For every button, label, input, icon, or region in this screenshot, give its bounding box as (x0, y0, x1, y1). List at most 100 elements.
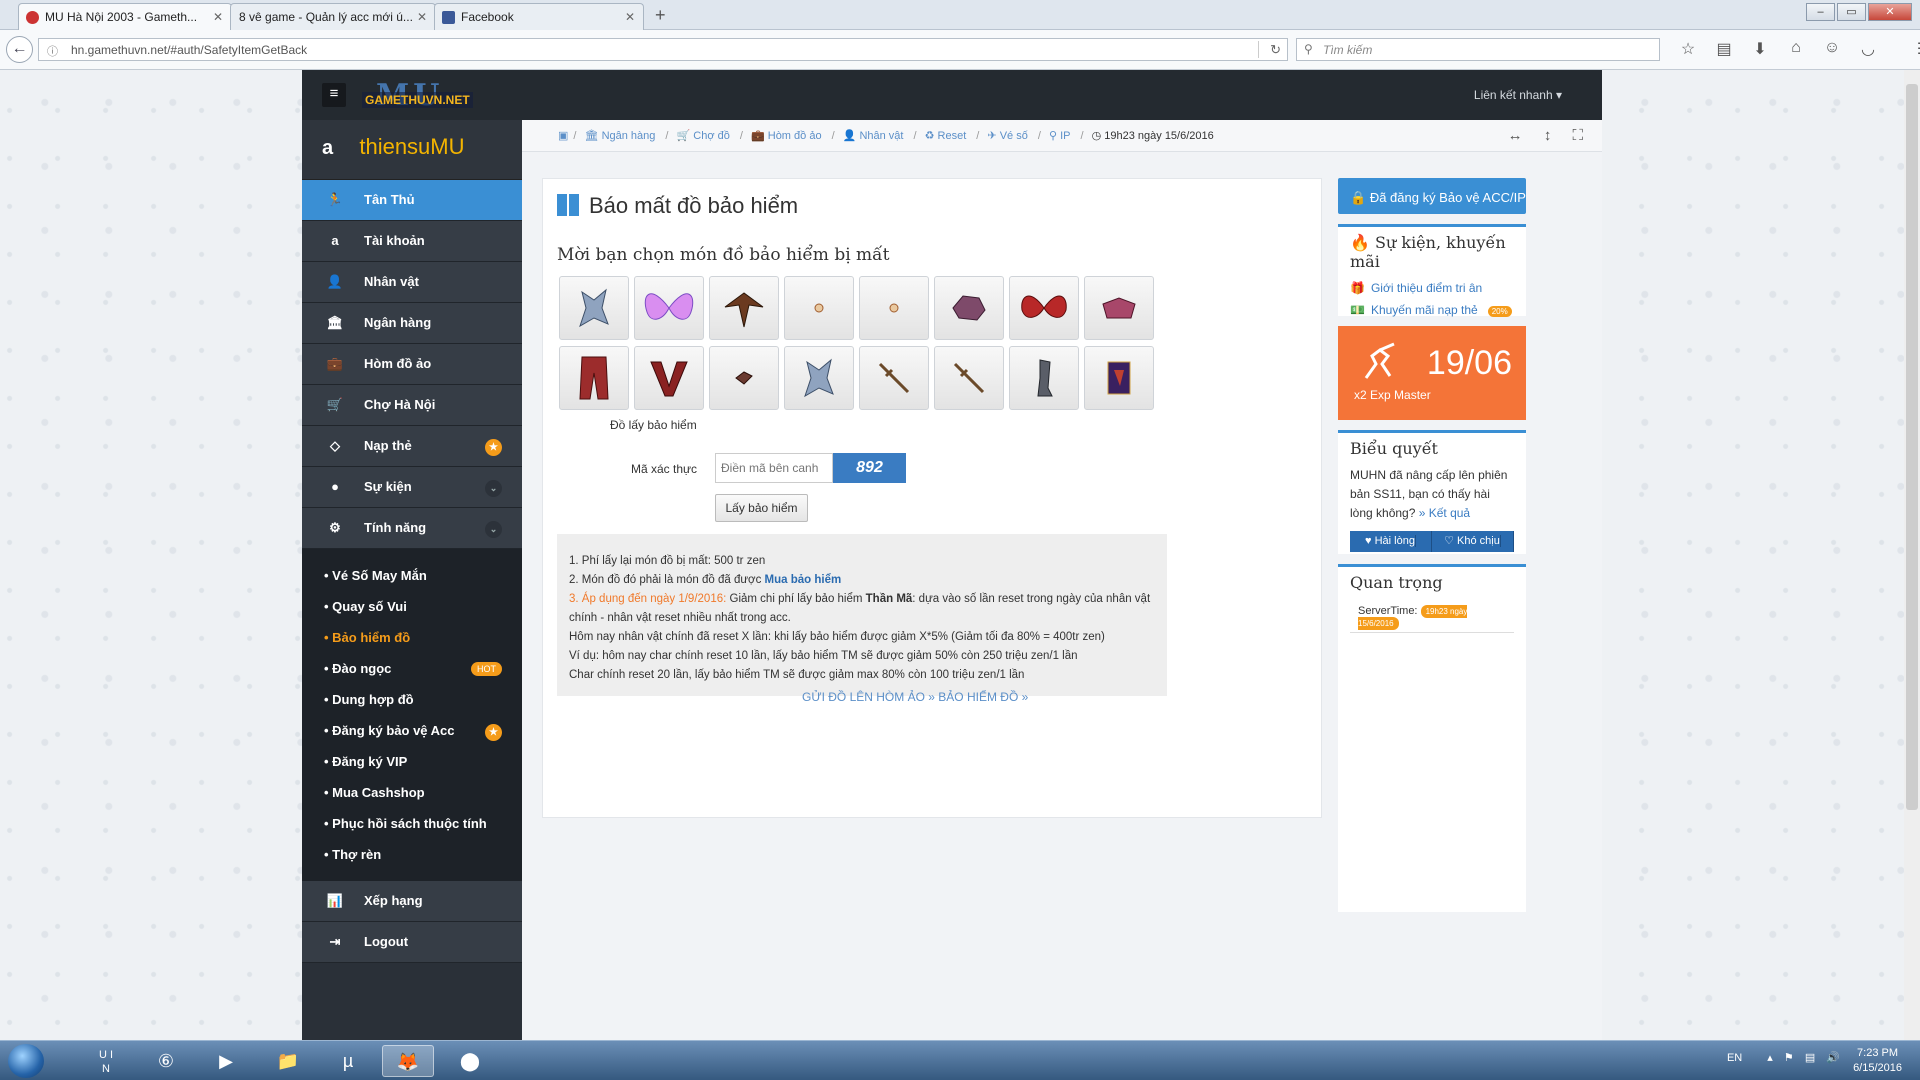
firefox-icon[interactable]: 🦊 (382, 1045, 434, 1077)
info-icon[interactable]: ⓘ (47, 43, 58, 59)
sidebar-item-su-kien[interactable]: ● Sự kiện ⌄ (302, 467, 522, 508)
submenu-item-cashshop[interactable]: • Mua Cashshop (302, 778, 522, 809)
get-insurance-button[interactable]: Lấy bảo hiểm (715, 494, 808, 522)
chat-icon[interactable]: ☺ (1814, 39, 1850, 59)
close-tab-icon[interactable]: ✕ (417, 10, 427, 24)
breadcrumb-hom-do-ao[interactable]: 💼 Hòm đồ ảo (751, 130, 827, 142)
sidebar-item-nap-the[interactable]: ◇ Nạp thẻ ★ (302, 426, 522, 467)
reading-list-icon[interactable]: ▤ (1706, 39, 1742, 59)
browser-tab-mu[interactable]: MU Hà Nội 2003 - Gameth... ✕ (18, 3, 232, 30)
media-player-icon[interactable]: ▶ (200, 1045, 252, 1077)
hamburger-menu-icon[interactable]: ≡ (322, 83, 346, 107)
maximize-icon[interactable]: ▭ (1837, 3, 1866, 21)
action-center-icon[interactable]: ⚑ (1784, 1052, 1794, 1064)
volume-icon[interactable]: 🔊 (1826, 1052, 1840, 1064)
item-slot[interactable] (784, 276, 854, 340)
home-icon[interactable]: ▣ (558, 130, 568, 142)
submenu-item-tho-ren[interactable]: • Thợ rèn (302, 840, 522, 871)
browser-tab-8ve[interactable]: 8 vê game - Quản lý acc mới ú... ✕ (230, 3, 436, 30)
item-slot[interactable] (934, 276, 1004, 340)
poll-yes-button[interactable]: ♥ Hài lòng (1350, 531, 1432, 552)
back-icon[interactable]: ← (6, 36, 33, 63)
submenu-item-vip[interactable]: • Đăng ký VIP (302, 747, 522, 778)
quick-links-dropdown[interactable]: Liên kết nhanh ▾ (1474, 88, 1562, 102)
minimize-icon[interactable]: – (1806, 3, 1835, 21)
sidebar-item-logout[interactable]: ⇥ Logout (302, 922, 522, 963)
unikey-icon[interactable]: U IN (80, 1045, 132, 1077)
home-icon[interactable]: ⌂ (1778, 39, 1814, 59)
submenu-item-ve-so[interactable]: • Vé Số May Mắn (302, 561, 522, 592)
promo-banner[interactable]: 19/06 x2 Exp Master (1338, 326, 1526, 420)
start-button[interactable] (8, 1044, 44, 1078)
event-link-nap-the[interactable]: 💵 Khuyến mãi nạp thẻ 20% (1338, 299, 1526, 321)
item-slot[interactable] (1084, 346, 1154, 410)
submenu-item-phuc-hoi-sach[interactable]: • Phục hồi sách thuộc tính (302, 809, 522, 840)
sidebar-item-xep-hang[interactable]: 📊 Xếp hạng (302, 881, 522, 922)
browser-tab-facebook[interactable]: Facebook ✕ (434, 3, 644, 30)
sidebar-item-ngan-hang[interactable]: 🏛 Ngân hàng (302, 303, 522, 344)
sidebar-item-cho-ha-noi[interactable]: 🛒 Chợ Hà Nội (302, 385, 522, 426)
item-slot[interactable] (634, 276, 704, 340)
scrollbar-thumb[interactable] (1906, 84, 1918, 810)
close-window-icon[interactable]: ✕ (1868, 3, 1912, 21)
sidebar-item-hom-do-ao[interactable]: 💼 Hòm đồ ảo (302, 344, 522, 385)
buy-insurance-link[interactable]: Mua bảo hiểm (765, 574, 842, 586)
item-slot[interactable] (709, 346, 779, 410)
site-logo[interactable]: MU GAMETHUVN.NET (362, 78, 482, 113)
item-slot[interactable] (559, 346, 629, 410)
item-slot[interactable] (859, 346, 929, 410)
breadcrumb-cho-do[interactable]: 🛒 Chợ đồ (677, 130, 735, 142)
send-to-virtual-box-link[interactable]: GỬI ĐỒ LÊN HÒM ẢO (802, 690, 925, 704)
menu-icon[interactable]: ☰ (1906, 39, 1920, 59)
submenu-item-quay-so[interactable]: • Quay số Vui (302, 592, 522, 623)
fullscreen-icon[interactable]: ⛶ (1572, 127, 1583, 144)
item-slot[interactable] (634, 346, 704, 410)
item-slot[interactable] (784, 346, 854, 410)
sidebar-item-nhan-vat[interactable]: 👤 Nhân vật (302, 262, 522, 303)
sidebar-item-tan-thu[interactable]: 🏃 Tân Thủ (302, 180, 522, 221)
reload-icon[interactable]: ↻ (1270, 42, 1281, 58)
item-slot[interactable] (1009, 346, 1079, 410)
new-tab-icon[interactable]: + (655, 5, 666, 26)
pocket-icon[interactable]: ◡ (1850, 39, 1886, 59)
item-slot[interactable] (1009, 276, 1079, 340)
event-link-tri-an[interactable]: 🎁 Giới thiệu điểm tri ân (1338, 277, 1526, 299)
taskbar-clock[interactable]: 7:23 PM 6/15/2016 (1853, 1046, 1902, 1076)
garena-icon[interactable]: ⑥ (140, 1045, 192, 1077)
item-insurance-link[interactable]: BẢO HIỂM ĐỒ (938, 690, 1018, 704)
download-icon[interactable]: ⬇ (1742, 39, 1778, 59)
breadcrumb-nhan-vat[interactable]: 👤 Nhân vật (843, 130, 909, 142)
tray-arrow-icon[interactable]: ▴ (1767, 1052, 1773, 1064)
captcha-input[interactable] (715, 453, 833, 483)
submenu-item-bao-hiem-do[interactable]: • Bảo hiểm đồ (302, 623, 522, 654)
search-bar[interactable]: ⚲ Tìm kiếm (1296, 38, 1660, 61)
sidebar-item-tai-khoan[interactable]: a Tài khoản (302, 221, 522, 262)
item-slot[interactable] (859, 276, 929, 340)
item-slot[interactable] (559, 276, 629, 340)
item-slot[interactable] (1084, 276, 1154, 340)
bookmark-star-icon[interactable]: ☆ (1670, 39, 1706, 59)
expand-vertical-icon[interactable]: ↕ (1544, 127, 1552, 144)
breadcrumb-ve-so[interactable]: ✈ Vé số (987, 130, 1032, 142)
item-slot[interactable] (709, 276, 779, 340)
utorrent-icon[interactable]: µ (322, 1045, 374, 1077)
expand-horizontal-icon[interactable]: ↔ (1508, 127, 1523, 144)
language-indicator[interactable]: EN (1727, 1052, 1742, 1064)
close-tab-icon[interactable]: ✕ (625, 10, 635, 24)
breadcrumb-reset[interactable]: ♻ Reset (925, 130, 972, 142)
url-bar[interactable]: ⓘ hn.gamethuvn.net/#auth/SafetyItemGetBa… (38, 38, 1288, 61)
registered-protection-button[interactable]: 🔒 Đã đăng ký Bảo vệ ACC/IP (1338, 178, 1526, 214)
poll-results-link[interactable]: » Kết quả (1419, 506, 1470, 520)
submenu-item-dung-hop[interactable]: • Dung hợp đồ (302, 685, 522, 716)
item-slot[interactable] (934, 346, 1004, 410)
submenu-item-bao-ve-acc[interactable]: • Đăng ký bảo vệ Acc ★ (302, 716, 522, 747)
submenu-item-dao-ngoc[interactable]: • Đào ngọc HOT (302, 654, 522, 685)
sidebar-item-tinh-nang[interactable]: ⚙ Tính năng ⌄ (302, 508, 522, 549)
explorer-folder-icon[interactable]: 📁 (262, 1045, 314, 1077)
poll-no-button[interactable]: ♡ Khó chịu (1432, 531, 1514, 552)
close-tab-icon[interactable]: ✕ (213, 10, 223, 24)
network-icon[interactable]: ▤ (1805, 1052, 1815, 1064)
breadcrumb-ip[interactable]: ⚲ IP (1049, 130, 1076, 142)
mu-game-icon[interactable]: ⬤ (444, 1045, 496, 1077)
breadcrumb-ngan-hang[interactable]: 🏛 Ngân hàng (585, 130, 661, 142)
